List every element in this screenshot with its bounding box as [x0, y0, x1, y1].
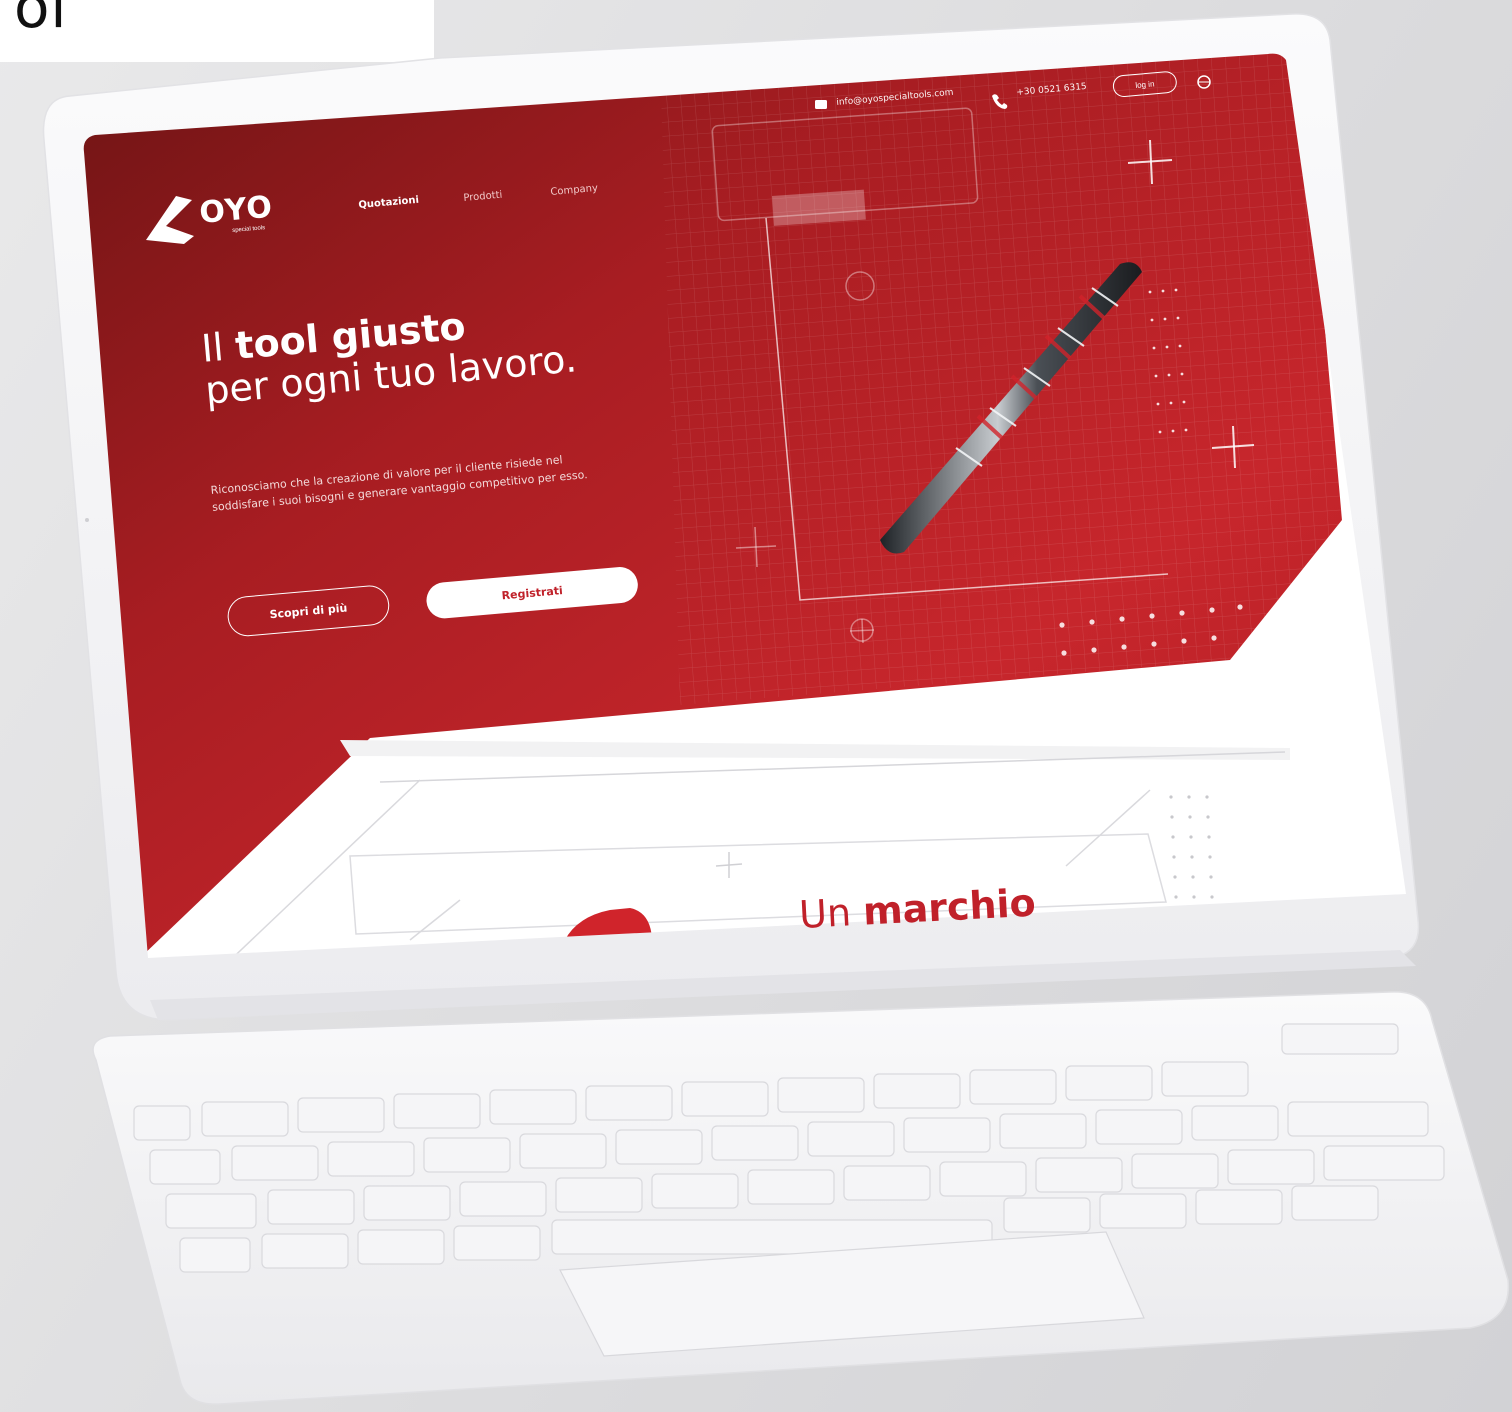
hero-title-prefix: Il	[199, 324, 238, 371]
section2-title-prefix: Un	[798, 889, 865, 937]
section2-title-bold: marchio	[861, 880, 1037, 934]
mail-icon	[815, 100, 827, 109]
